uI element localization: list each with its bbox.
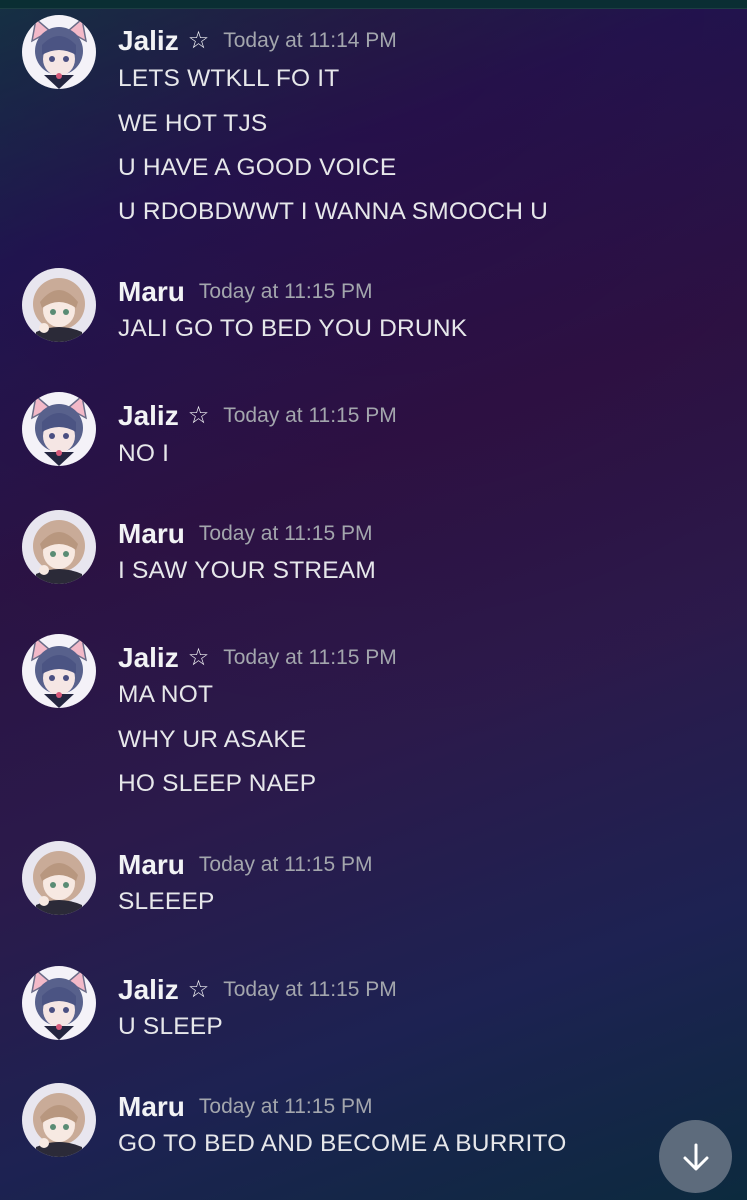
timestamp: Today at 11:15 PM — [223, 646, 397, 669]
timestamp: Today at 11:15 PM — [223, 978, 397, 1001]
username[interactable]: Maru — [118, 1091, 185, 1123]
message-text: GO TO BED AND BECOME A BURRITO — [118, 1130, 567, 1157]
message-header: Jaliz ☆ Today at 11:14 PM — [118, 19, 397, 63]
message-header: Maru Today at 11:15 PM — [118, 512, 372, 556]
username[interactable]: Jaliz — [118, 25, 179, 57]
catgirl-avatar-icon — [22, 392, 96, 466]
timestamp: Today at 11:14 PM — [223, 29, 397, 52]
star-outline-icon: ☆ — [187, 644, 210, 671]
timestamp: Today at 11:15 PM — [223, 404, 397, 427]
avatar-maru[interactable] — [22, 510, 96, 584]
username[interactable]: Jaliz — [118, 400, 179, 432]
avatar-maru[interactable] — [22, 268, 96, 342]
message-text: NO I — [118, 440, 170, 467]
message-text: U SLEEP — [118, 1013, 223, 1040]
catgirl-avatar-icon — [22, 634, 96, 708]
message-header: Maru Today at 11:15 PM — [118, 843, 372, 887]
message-header: Jaliz ☆ Today at 11:15 PM — [118, 968, 397, 1012]
message-text: U RDOBDWWT I WANNA SMOOCH U — [118, 198, 549, 225]
message-header: Maru Today at 11:15 PM — [118, 270, 372, 314]
message-text: JALI GO TO BED YOU DRUNK — [118, 315, 468, 342]
username[interactable]: Maru — [118, 518, 185, 550]
message-text: U HAVE A GOOD VOICE — [118, 154, 397, 181]
message-text: I SAW YOUR STREAM — [118, 557, 376, 584]
anime-girl-avatar-icon — [22, 1083, 96, 1157]
catgirl-avatar-icon — [22, 966, 96, 1040]
avatar-maru[interactable] — [22, 1083, 96, 1157]
anime-girl-avatar-icon — [22, 268, 96, 342]
scroll-to-bottom-button[interactable] — [659, 1120, 732, 1193]
message-text: WHY UR ASAKE — [118, 726, 307, 753]
star-outline-icon: ☆ — [187, 976, 210, 1003]
message-text: MA NOT — [118, 681, 214, 708]
timestamp: Today at 11:15 PM — [198, 280, 373, 303]
username[interactable]: Maru — [118, 849, 185, 881]
avatar-jaliz[interactable] — [22, 15, 96, 89]
timestamp: Today at 11:15 PM — [198, 522, 373, 545]
message-list: Jaliz ☆ Today at 11:14 PM LETS WTKLL FO … — [0, 0, 747, 1200]
message-header: Maru Today at 11:15 PM — [118, 1085, 372, 1129]
anime-girl-avatar-icon — [22, 841, 96, 915]
username[interactable]: Jaliz — [118, 974, 179, 1006]
catgirl-avatar-icon — [22, 15, 96, 89]
avatar-jaliz[interactable] — [22, 966, 96, 1040]
message-text: WE HOT TJS — [118, 110, 268, 137]
message-text: HO SLEEP NAEP — [118, 770, 317, 797]
message-header: Jaliz ☆ Today at 11:15 PM — [118, 636, 397, 680]
star-outline-icon: ☆ — [187, 402, 210, 429]
arrow-down-icon — [683, 1143, 708, 1170]
avatar-jaliz[interactable] — [22, 634, 96, 708]
avatar-jaliz[interactable] — [22, 392, 96, 466]
message-header: Jaliz ☆ Today at 11:15 PM — [118, 394, 397, 438]
anime-girl-avatar-icon — [22, 510, 96, 584]
star-outline-icon: ☆ — [187, 27, 210, 54]
username[interactable]: Maru — [118, 276, 185, 308]
timestamp: Today at 11:15 PM — [198, 1095, 373, 1118]
message-text: SLEEEP — [118, 888, 215, 915]
avatar-maru[interactable] — [22, 841, 96, 915]
username[interactable]: Jaliz — [118, 642, 179, 674]
message-text: LETS WTKLL FO IT — [118, 65, 340, 92]
timestamp: Today at 11:15 PM — [198, 853, 373, 876]
